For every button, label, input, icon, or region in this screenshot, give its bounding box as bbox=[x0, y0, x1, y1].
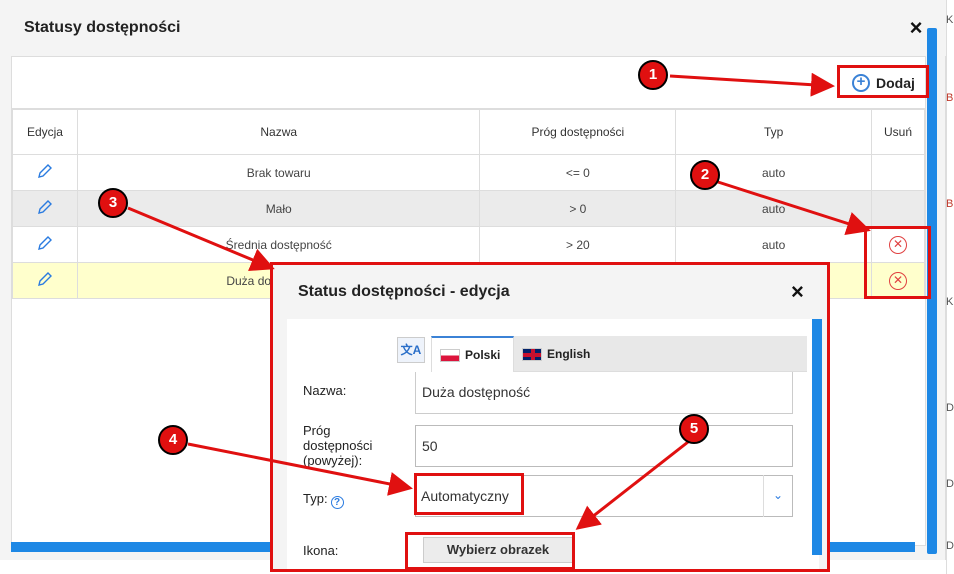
annotation-badge: 2 bbox=[690, 160, 720, 190]
annotation-badge: 3 bbox=[98, 188, 128, 218]
annotation-badge: 1 bbox=[638, 60, 668, 90]
annotation-arrows bbox=[127, 72, 871, 530]
annotation-badge: 5 bbox=[679, 414, 709, 444]
annotation-badge: 4 bbox=[158, 425, 188, 455]
